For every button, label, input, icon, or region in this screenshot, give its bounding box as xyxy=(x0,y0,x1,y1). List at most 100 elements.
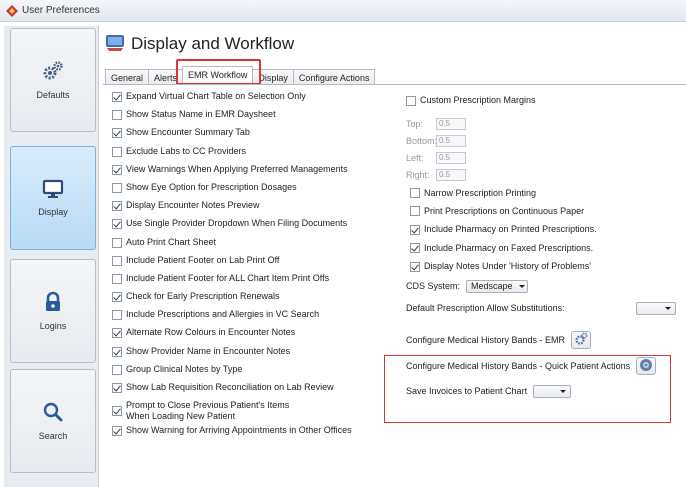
option-auto-print-chart[interactable]: Auto Print Chart Sheet xyxy=(112,237,387,255)
select-value: Medscape xyxy=(471,281,513,292)
option-provider-name[interactable]: Show Provider Name in Encounter Notes xyxy=(112,346,387,364)
option-label: Alternate Row Colours in Encounter Notes xyxy=(126,327,296,338)
substitutions-row: Default Prescription Allow Substitutions… xyxy=(406,297,676,319)
checkbox[interactable] xyxy=(410,206,420,217)
workflow-options-list: Expand Virtual Chart Table on Selection … xyxy=(112,91,387,443)
option-show-status-name[interactable]: Show Status Name in EMR Daysheet xyxy=(112,109,387,127)
checkbox[interactable] xyxy=(112,201,122,212)
config-history-quick-button[interactable] xyxy=(636,357,657,376)
checkbox[interactable] xyxy=(112,273,122,284)
margin-left-field[interactable]: 0.5 xyxy=(436,151,466,164)
option-early-renewals[interactable]: Check for Early Prescription Renewals xyxy=(112,291,387,309)
margin-top-field[interactable]: 0.5 xyxy=(436,117,466,130)
tab-display[interactable]: Display xyxy=(252,69,294,84)
page-title: Display and Workflow xyxy=(131,34,295,53)
sidebar-item-search[interactable]: Search xyxy=(10,369,96,473)
option-label: Include Pharmacy on Printed Prescription… xyxy=(424,224,597,235)
config-history-emr-label: Configure Medical History Bands - EMR xyxy=(406,335,566,346)
config-history-quick-row: Configure Medical History Bands - Quick … xyxy=(406,355,676,377)
checkbox[interactable] xyxy=(112,237,122,248)
option-label: Show Lab Requisition Reconciliation on L… xyxy=(126,382,334,392)
option-continuous-paper[interactable]: Print Prescriptions on Continuous Paper xyxy=(410,202,676,220)
option-label: Group Clinical Notes by Type xyxy=(126,363,243,374)
window-title: User Preferences xyxy=(22,5,100,16)
checkbox[interactable] xyxy=(112,346,122,357)
checkbox[interactable] xyxy=(112,255,122,266)
sidebar-item-display[interactable]: Display xyxy=(10,146,96,250)
checkbox[interactable] xyxy=(112,383,122,393)
margin-left-row: Left: 0.5 xyxy=(406,149,676,166)
config-history-quick-label: Configure Medical History Bands - Quick … xyxy=(406,361,631,372)
checkbox[interactable] xyxy=(112,219,122,230)
tab-general[interactable]: General xyxy=(105,69,150,84)
option-label: Prompt to Close Previous Patient's Items… xyxy=(126,400,289,422)
checkbox[interactable] xyxy=(410,224,420,235)
tab-emr-workflow[interactable]: EMR Workflow xyxy=(182,66,254,84)
checkbox[interactable] xyxy=(112,92,122,102)
substitutions-select[interactable] xyxy=(636,301,676,315)
option-exclude-labs[interactable]: Exclude Labs to CC Providers xyxy=(112,146,387,164)
option-label: Include Patient Footer for ALL Chart Ite… xyxy=(126,272,330,283)
save-invoices-select[interactable] xyxy=(533,384,572,398)
sidebar-item-label: Search xyxy=(38,431,68,441)
option-vc-search[interactable]: Include Prescriptions and Allergies in V… xyxy=(112,309,387,327)
option-label: Expand Virtual Chart Table on Selection … xyxy=(126,91,306,101)
option-label: Auto Print Chart Sheet xyxy=(126,236,217,247)
sidebar-item-logins[interactable]: Logins xyxy=(10,259,96,363)
option-label: Show Warning for Arriving Appointments i… xyxy=(126,425,352,436)
checkbox[interactable] xyxy=(112,128,122,139)
gear-icon xyxy=(574,332,588,348)
option-label: Show Encounter Summary Tab xyxy=(126,127,250,138)
checkbox[interactable] xyxy=(112,310,122,321)
save-invoices-row: Save Invoices to Patient Chart xyxy=(406,383,676,399)
option-narrow-printing[interactable]: Narrow Prescription Printing xyxy=(410,183,676,201)
option-label: Show Status Name in EMR Daysheet xyxy=(126,109,276,120)
option-footer-all-chart[interactable]: Include Patient Footer for ALL Chart Ite… xyxy=(112,273,387,291)
option-alternate-row-colours[interactable]: Alternate Row Colours in Encounter Notes xyxy=(112,327,387,345)
option-label: Include Patient Footer on Lab Print Off xyxy=(126,254,280,265)
checkbox[interactable] xyxy=(112,426,122,437)
checkbox[interactable] xyxy=(406,95,416,106)
option-label: Show Eye Option for Prescription Dosages xyxy=(126,181,297,192)
option-custom-margins[interactable]: Custom Prescription Margins xyxy=(406,91,676,109)
app-logo-icon xyxy=(6,4,18,17)
margin-bottom-field[interactable]: 0.5 xyxy=(436,134,466,147)
option-pharmacy-faxed[interactable]: Include Pharmacy on Faxed Prescriptions. xyxy=(410,239,676,257)
option-show-encounter-summary[interactable]: Show Encounter Summary Tab xyxy=(112,127,387,145)
margin-right-field[interactable]: 0.5 xyxy=(436,168,466,181)
checkbox[interactable] xyxy=(112,110,122,121)
option-expand-virtual-chart[interactable]: Expand Virtual Chart Table on Selection … xyxy=(112,91,387,109)
option-label-line2: When Loading New Patient xyxy=(126,411,236,422)
sidebar-item-label: Defaults xyxy=(36,90,70,100)
option-footer-lab-print[interactable]: Include Patient Footer on Lab Print Off xyxy=(112,255,387,273)
option-label-line1: Prompt to Close Previous Patient's Items xyxy=(126,400,290,411)
option-label: Check for Early Prescription Renewals xyxy=(126,291,280,302)
option-history-notes[interactable]: Display Notes Under 'History of Problems… xyxy=(410,257,676,275)
option-single-provider-dropdown[interactable]: Use Single Provider Dropdown When Filing… xyxy=(112,218,387,236)
checkbox[interactable] xyxy=(112,364,122,375)
checkbox[interactable] xyxy=(112,182,122,193)
option-pharmacy-printed[interactable]: Include Pharmacy on Printed Prescription… xyxy=(410,220,676,238)
option-prompt-close-previous[interactable]: Prompt to Close Previous Patient's Items… xyxy=(112,400,387,425)
tab-alerts[interactable]: Alerts xyxy=(148,69,184,84)
checkbox[interactable] xyxy=(112,164,122,175)
checkbox[interactable] xyxy=(112,146,122,157)
checkbox[interactable] xyxy=(410,261,420,272)
option-arriving-appointments[interactable]: Show Warning for Arriving Appointments i… xyxy=(112,425,387,443)
checkbox[interactable] xyxy=(112,328,122,339)
tab-configure-actions[interactable]: Configure Actions xyxy=(292,69,376,84)
option-encounter-notes-preview[interactable]: Display Encounter Notes Preview xyxy=(112,200,387,218)
option-show-eye-option[interactable]: Show Eye Option for Prescription Dosages xyxy=(112,182,387,200)
cds-system-select[interactable]: Medscape xyxy=(466,279,529,293)
checkbox[interactable] xyxy=(410,243,420,254)
option-lab-requisition[interactable]: Show Lab Requisition Reconciliation on L… xyxy=(112,382,387,400)
gear-cluster-icon xyxy=(42,60,64,82)
option-view-warnings[interactable]: View Warnings When Applying Preferred Ma… xyxy=(112,164,387,182)
config-history-emr-button[interactable] xyxy=(571,331,592,350)
checkbox[interactable] xyxy=(112,292,122,303)
checkbox[interactable] xyxy=(410,188,420,199)
checkbox[interactable] xyxy=(112,406,122,417)
display-workflow-icon xyxy=(105,34,125,54)
option-group-notes[interactable]: Group Clinical Notes by Type xyxy=(112,364,387,382)
sidebar-item-defaults[interactable]: Defaults xyxy=(10,28,96,132)
